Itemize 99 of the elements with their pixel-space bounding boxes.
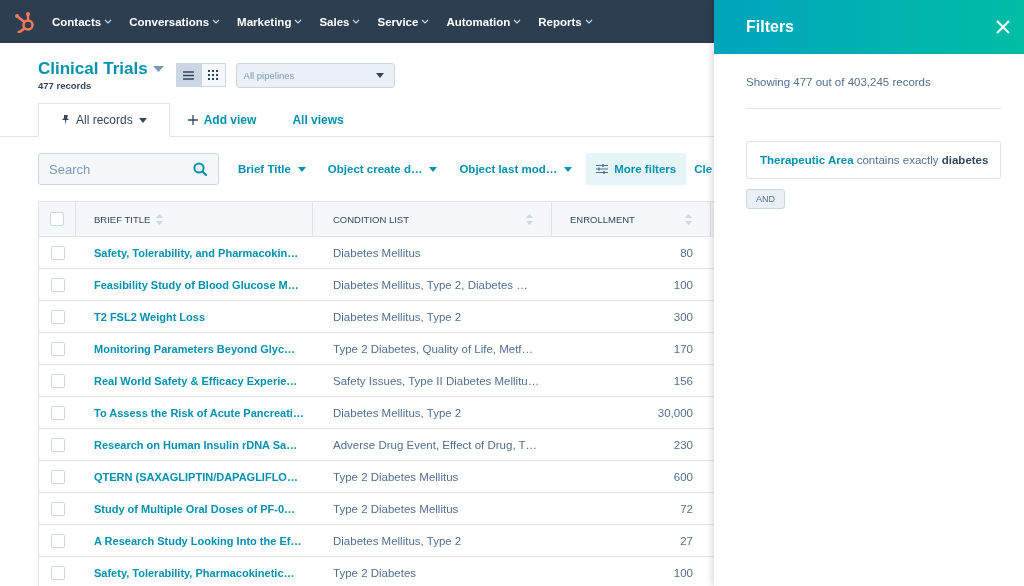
list-icon	[182, 70, 194, 80]
table-cell: 300	[673, 310, 693, 323]
table-cell: Diabetes Mellitus	[333, 246, 421, 259]
list-view-button[interactable]	[175, 63, 201, 87]
chevron-icon	[421, 19, 430, 24]
table-cell: 27	[680, 534, 693, 547]
caret-icon	[152, 66, 164, 72]
table-cell: 600	[673, 470, 693, 483]
pipeline-dropdown[interactable]: All pipelines	[235, 63, 395, 88]
column-header[interactable]: ENROLLMENT	[552, 202, 711, 236]
table-cell: Safety Issues, Type II Diabetes Mellitu…	[333, 374, 540, 387]
filter-dropdown[interactable]: Object last mod…	[459, 163, 573, 175]
chevron-icon	[104, 19, 113, 24]
row-checkbox[interactable]	[50, 277, 65, 292]
table-cell: Adverse Drug Event, Effect of Drug, T…	[333, 438, 538, 451]
sort-icon	[526, 213, 533, 225]
table-cell: 72	[680, 502, 693, 515]
table-cell: Type 2 Diabetes	[333, 566, 417, 579]
nav-menu-item[interactable]: Conversations	[129, 15, 221, 28]
nav-menu-item[interactable]: Marketing	[237, 15, 303, 28]
column-header[interactable]: CONDITION LIST	[313, 202, 552, 236]
select-all-checkbox[interactable]	[50, 212, 64, 226]
record-title-link[interactable]: QTERN (SAXAGLIPTIN/DAPAGLIFLO…	[94, 470, 298, 483]
pin-icon	[61, 115, 70, 125]
search-field[interactable]: Search	[38, 153, 219, 185]
record-title-link[interactable]: Safety, Tolerability, Pharmacokinetic…	[94, 566, 295, 579]
caret-icon	[375, 73, 384, 78]
chevron-icon	[294, 19, 303, 24]
table-cell: Type 2 Diabetes, Quality of Life, Metf…	[333, 342, 534, 355]
row-checkbox[interactable]	[50, 245, 65, 260]
all-views-link[interactable]: All views	[274, 104, 362, 136]
chevron-icon	[212, 19, 221, 24]
table-cell: 156	[673, 374, 693, 387]
row-checkbox[interactable]	[50, 469, 65, 484]
row-checkbox[interactable]	[50, 437, 65, 452]
row-checkbox[interactable]	[50, 405, 65, 420]
record-count: 477 records	[38, 80, 93, 91]
search-icon	[193, 162, 207, 176]
more-filters-button[interactable]: More filters	[586, 153, 687, 185]
sort-icon	[685, 213, 692, 225]
sprocket-logo-icon	[14, 10, 36, 33]
grid-icon	[208, 70, 219, 80]
chevron-icon	[513, 19, 522, 24]
table-cell: 230	[673, 438, 693, 451]
row-checkbox[interactable]	[50, 373, 65, 388]
records-summary: Showing 477 out of 403,245 records	[746, 76, 932, 88]
row-checkbox[interactable]	[50, 533, 65, 548]
column-header[interactable]: BRIEF TITLE	[76, 202, 313, 236]
record-title-link[interactable]: Feasibility Study of Blood Glucose M…	[94, 278, 299, 291]
filter-dropdown[interactable]: Object create d…	[327, 163, 438, 175]
chevron-icon	[584, 19, 593, 24]
table-cell: 30,000	[657, 406, 693, 419]
nav-menu-item[interactable]: Service	[377, 15, 430, 28]
row-checkbox[interactable]	[50, 309, 65, 324]
and-button[interactable]: AND	[746, 189, 785, 209]
table-cell: Diabetes Mellitus, Type 2	[333, 406, 462, 419]
panel-title: Filters	[746, 18, 794, 36]
row-checkbox[interactable]	[50, 341, 65, 356]
record-title-link[interactable]: A Research Study Looking Into the Ef…	[94, 534, 302, 547]
record-title-link[interactable]: Study of Multiple Oral Doses of PF-0…	[94, 502, 296, 515]
table-cell: Type 2 Diabetes Mellitus	[333, 470, 459, 483]
object-title[interactable]: Clinical Trials	[38, 59, 148, 79]
nav-menu-item[interactable]: Contacts	[52, 15, 113, 28]
plus-icon	[187, 115, 198, 125]
nav-menu-item[interactable]: Sales	[319, 15, 361, 28]
caret-icon	[297, 166, 306, 172]
record-title-link[interactable]: Real World Safety & Efficacy Experie…	[94, 374, 298, 387]
record-title-link[interactable]: T2 FSL2 Weight Loss	[94, 310, 206, 323]
caret-icon	[564, 166, 573, 172]
table-cell: Diabetes Mellitus, Type 2	[333, 310, 462, 323]
record-title-link[interactable]: To Assess the Risk of Acute Pancreati…	[94, 406, 304, 419]
record-title-link[interactable]: Research on Human Insulin rDNA Sa…	[94, 438, 298, 451]
table-cell: 100	[673, 566, 693, 579]
board-view-button[interactable]	[200, 63, 226, 87]
table-cell: 80	[680, 246, 693, 259]
nav-menu-item[interactable]: Reports	[538, 15, 593, 28]
chevron-icon	[352, 19, 361, 24]
sort-icon	[156, 213, 164, 225]
table-cell: Diabetes Mellitus, Type 2	[333, 534, 462, 547]
add-view-button[interactable]: Add view	[169, 104, 275, 136]
table-cell: 100	[673, 278, 693, 291]
table-cell: 170	[673, 342, 693, 355]
filter-condition: Therapeutic Area contains exactly diabetes	[760, 154, 987, 166]
table-cell: Diabetes Mellitus, Type 2, Diabetes …	[333, 278, 528, 291]
clear-link[interactable]: Cle	[694, 163, 713, 175]
caret-icon	[429, 166, 438, 172]
table-cell: Type 2 Diabetes Mellitus	[333, 502, 459, 515]
view-tab[interactable]: All records	[38, 103, 170, 137]
filter-dropdown[interactable]: Brief Title	[238, 163, 306, 175]
caret-icon	[138, 117, 147, 123]
close-icon	[996, 20, 1010, 34]
row-checkbox[interactable]	[50, 501, 65, 516]
nav-menu-item[interactable]: Automation	[446, 15, 522, 28]
property-link[interactable]: Therapeutic Area	[760, 154, 854, 166]
record-title-link[interactable]: Monitoring Parameters Beyond Glyc…	[94, 342, 296, 355]
record-title-link[interactable]: Safety, Tolerability, and Pharmacokin…	[94, 246, 299, 259]
filter-card[interactable]: Therapeutic Area contains exactly diabetes	[746, 141, 1001, 179]
sliders-icon	[596, 164, 609, 174]
row-checkbox[interactable]	[50, 565, 65, 580]
